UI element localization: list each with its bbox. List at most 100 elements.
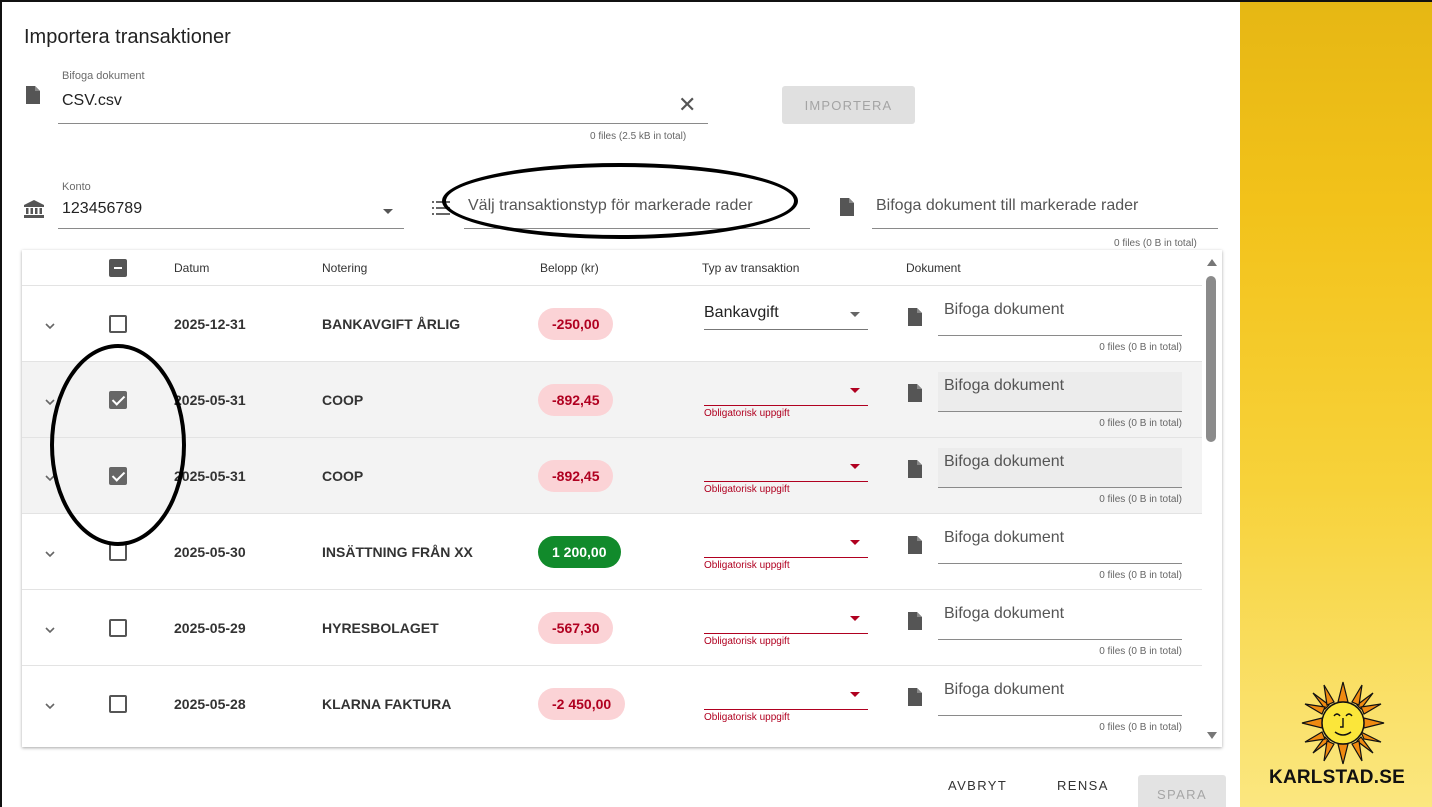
amount-pill: -892,45	[538, 384, 614, 416]
row-doc-placeholder: Bifoga dokument	[944, 301, 1065, 318]
konto-select[interactable]: 123456789	[62, 200, 142, 218]
expand-chevron-icon[interactable]	[44, 320, 56, 332]
type-chevron-down-icon[interactable]	[850, 312, 860, 317]
row-doc-placeholder: Bifoga dokument	[944, 529, 1065, 546]
table-row[interactable]: 2025-05-30 INSÄTTNING FRÅN XX 1 200,00 Obli…	[22, 513, 1202, 589]
row-doc-underline	[938, 563, 1182, 564]
type-select-underline	[704, 405, 868, 406]
row-doc-input[interactable]: Bifoga dokument	[938, 676, 1182, 716]
row-doc-input[interactable]: Bifoga dokument	[938, 600, 1182, 640]
type-select-underline	[704, 329, 868, 330]
type-select[interactable]	[704, 452, 868, 482]
type-error-text: Obligatorisk uppgift	[704, 560, 790, 571]
type-select[interactable]: Bankavgift	[704, 300, 868, 330]
row-doc-hint: 0 files (0 B in total)	[1099, 646, 1182, 657]
type-select-underline	[704, 709, 868, 710]
row-date: 2025-05-28	[174, 696, 246, 712]
row-checkbox[interactable]	[109, 695, 127, 713]
table-row[interactable]: 2025-05-29 HYRESBOLAGET -567,30 Obligatoris…	[22, 589, 1202, 665]
annotation-ellipse-checkboxes	[50, 344, 186, 546]
row-checkbox[interactable]	[109, 619, 127, 637]
row-doc-hint: 0 files (0 B in total)	[1099, 342, 1182, 353]
attach-underline	[58, 123, 708, 124]
type-error-text: Obligatorisk uppgift	[704, 636, 790, 647]
row-doc-underline	[938, 639, 1182, 640]
amount-pill: -567,30	[538, 612, 614, 644]
attach-label: Bifoga dokument	[62, 70, 145, 82]
type-select[interactable]	[704, 604, 868, 634]
scroll-thumb[interactable]	[1206, 276, 1216, 442]
brand-name: KARLSTAD.SE	[1269, 767, 1405, 788]
row-date: 2025-05-30	[174, 544, 246, 560]
slide: Importera transaktioner Bifoga dokument …	[0, 0, 1432, 807]
row-doc-input[interactable]: Bifoga dokument	[938, 448, 1182, 488]
table-row[interactable]: 2025-05-31 COOP -892,45 Obligatorisk uppgif…	[22, 361, 1202, 437]
select-all-checkbox[interactable]	[109, 259, 127, 277]
bulk-doc-hint: 0 files (0 B in total)	[1114, 238, 1197, 249]
doc-file-icon	[908, 460, 922, 478]
cancel-button[interactable]: AVBRYT	[948, 778, 1007, 793]
file-icon	[26, 86, 40, 104]
row-note: HYRESBOLAGET	[322, 620, 439, 636]
row-date: 2025-05-29	[174, 620, 246, 636]
row-doc-underline	[938, 411, 1182, 412]
header-belopp[interactable]: Belopp (kr)	[540, 261, 599, 275]
type-error-text: Obligatorisk uppgift	[704, 408, 790, 419]
scroll-down-icon[interactable]	[1207, 732, 1217, 739]
row-doc-placeholder: Bifoga dokument	[944, 377, 1065, 394]
table-row[interactable]: 2025-12-31 BANKAVGIFT ÅRLIG -250,00 Bankavg…	[22, 285, 1202, 361]
header-dokument[interactable]: Dokument	[906, 261, 961, 275]
type-error-text: Obligatorisk uppgift	[704, 712, 790, 723]
type-select-underline	[704, 557, 868, 558]
type-chevron-down-icon[interactable]	[850, 616, 860, 621]
doc-file-icon	[908, 308, 922, 326]
row-doc-placeholder: Bifoga dokument	[944, 453, 1065, 470]
save-button[interactable]: SPARA	[1138, 775, 1226, 807]
row-doc-input[interactable]: Bifoga dokument	[938, 296, 1182, 336]
attach-file-input[interactable]: CSV.csv	[62, 92, 122, 110]
konto-chevron-down-icon[interactable]	[383, 209, 393, 214]
header-datum[interactable]: Datum	[174, 261, 209, 275]
row-date: 2025-12-31	[174, 316, 246, 332]
row-checkbox[interactable]	[109, 315, 127, 333]
row-doc-hint: 0 files (0 B in total)	[1099, 418, 1182, 429]
type-chevron-down-icon[interactable]	[850, 464, 860, 469]
scroll-up-icon[interactable]	[1207, 259, 1217, 266]
type-chevron-down-icon[interactable]	[850, 540, 860, 545]
import-button[interactable]: IMPORTERA	[782, 86, 915, 124]
type-chevron-down-icon[interactable]	[850, 692, 860, 697]
expand-chevron-icon[interactable]	[44, 700, 56, 712]
bulk-doc-input[interactable]: Bifoga dokument till markerade rader	[876, 197, 1138, 215]
type-select[interactable]	[704, 528, 868, 558]
clear-button[interactable]: RENSA	[1057, 778, 1109, 793]
clear-file-icon[interactable]: ✕	[678, 94, 696, 116]
doc-file-icon	[908, 688, 922, 706]
table-row[interactable]: 2025-05-31 COOP -892,45 Obligatorisk uppgif…	[22, 437, 1202, 513]
table-scrollbar[interactable]	[1202, 250, 1222, 747]
type-select-underline	[704, 633, 868, 634]
amount-pill: -250,00	[538, 308, 614, 340]
expand-chevron-icon[interactable]	[44, 548, 56, 560]
attach-hint: 0 files (2.5 kB in total)	[590, 131, 687, 142]
row-doc-input[interactable]: Bifoga dokument	[938, 524, 1182, 564]
karlstad-sun-logo	[1301, 681, 1385, 765]
type-chevron-down-icon[interactable]	[850, 388, 860, 393]
type-select[interactable]	[704, 376, 868, 406]
row-note: BANKAVGIFT ÅRLIG	[322, 316, 461, 332]
header-notering[interactable]: Notering	[322, 261, 367, 275]
type-select[interactable]	[704, 680, 868, 710]
type-select-value: Bankavgift	[704, 304, 779, 321]
amount-pill: -892,45	[538, 460, 614, 492]
row-doc-underline	[938, 335, 1182, 336]
row-doc-input[interactable]: Bifoga dokument	[938, 372, 1182, 412]
header-typ[interactable]: Typ av transaktion	[702, 261, 799, 275]
expand-chevron-icon[interactable]	[44, 624, 56, 636]
table-row[interactable]: 2025-05-28 KLARNA FAKTURA -2 450,00 Obligat…	[22, 665, 1202, 741]
row-note: KLARNA FAKTURA	[322, 696, 452, 712]
amount-pill: 1 200,00	[538, 536, 621, 568]
konto-underline	[58, 228, 404, 229]
row-doc-underline	[938, 487, 1182, 488]
row-doc-hint: 0 files (0 B in total)	[1099, 722, 1182, 733]
bulk-doc-icon	[840, 198, 854, 216]
table-header: Datum Notering Belopp (kr) Typ av transa…	[22, 250, 1202, 286]
